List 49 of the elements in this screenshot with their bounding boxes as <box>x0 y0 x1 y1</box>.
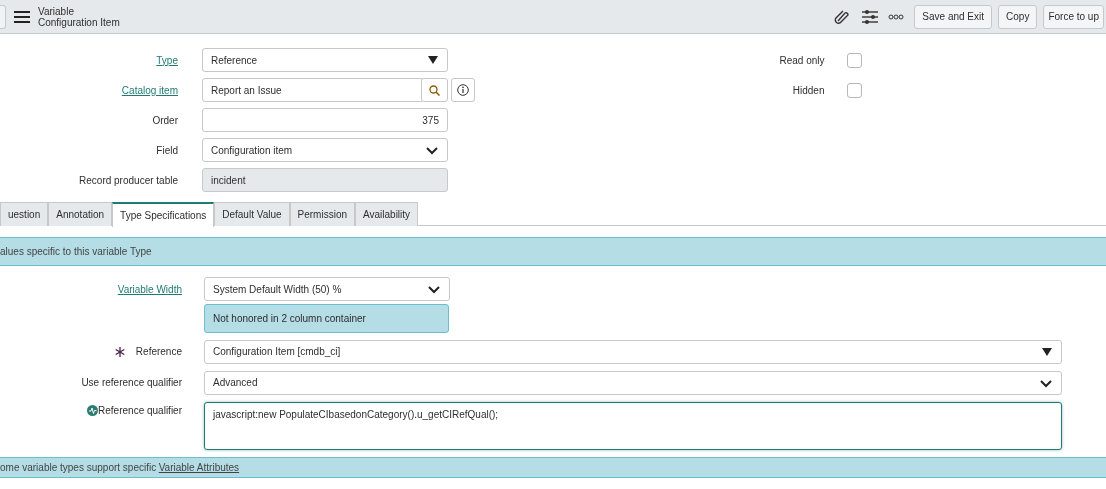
sliders-icon[interactable] <box>862 8 879 25</box>
form-title: Variable <box>38 5 75 17</box>
field-label: Use reference qualifier <box>81 376 182 390</box>
search-icon <box>429 84 440 96</box>
select-field[interactable]: System Default Width (50) % <box>204 277 450 301</box>
checkbox-label: Hidden <box>791 83 825 98</box>
select-field[interactable]: Configuration Item [cmdb_ci] <box>204 339 1062 364</box>
readonly-field: incident <box>202 168 448 192</box>
header-button[interactable]: Copy <box>998 4 1038 29</box>
field-link[interactable]: Variable Width <box>117 281 182 297</box>
info-button[interactable] <box>450 78 475 102</box>
input-field[interactable]: Report an Issue <box>202 78 424 102</box>
checkbox-label: Read only <box>778 53 825 68</box>
caret-icon <box>1041 345 1053 358</box>
select-field[interactable]: Configuration item <box>202 138 448 162</box>
caret-icon <box>427 54 439 66</box>
tab[interactable]: Annotation <box>48 202 113 226</box>
field-label: Field <box>156 143 178 158</box>
paperclip-icon[interactable] <box>834 8 851 25</box>
tab[interactable]: Type Specifications <box>112 202 215 227</box>
field-label: Record producer table <box>79 173 178 188</box>
field-link[interactable]: Catalog item <box>121 82 178 98</box>
text-area[interactable]: javascript:new PopulateCIbasedonCategory().u_getCIRefQual(); <box>204 401 1062 450</box>
field-label: Reference <box>135 345 182 359</box>
info-icon <box>456 84 469 96</box>
tab[interactable]: Default Value <box>214 202 290 226</box>
select-field[interactable]: Advanced <box>204 370 1062 395</box>
header-button[interactable]: Force to up <box>1043 4 1104 29</box>
checkbox[interactable] <box>846 82 862 98</box>
chevron-icon <box>427 283 441 295</box>
more-icon[interactable] <box>888 13 905 20</box>
tab[interactable]: Availability <box>355 202 419 226</box>
info-message: Not honored in 2 column container <box>204 303 449 333</box>
footer-text: ome variable types support specific <box>0 460 157 475</box>
input-field[interactable]: 375 <box>202 108 448 132</box>
section-header: alues specific to this variable Type <box>0 237 1106 266</box>
field-link[interactable]: Type <box>156 52 178 68</box>
tab[interactable]: Permission <box>289 202 355 226</box>
checkbox[interactable] <box>846 52 862 68</box>
header-button[interactable]: Save and Exit <box>914 4 993 29</box>
search-button[interactable] <box>421 78 448 102</box>
menu-icon[interactable] <box>14 9 30 24</box>
field-label: Reference qualifier <box>98 404 182 418</box>
variable-attributes-link[interactable]: Variable Attributes <box>158 459 240 475</box>
chevron-icon <box>425 144 439 156</box>
form-subtitle: Configuration Item <box>38 16 120 28</box>
select-field[interactable]: Reference <box>202 48 448 72</box>
field-label: Order <box>152 113 178 128</box>
tab[interactable]: uestion <box>0 202 49 226</box>
